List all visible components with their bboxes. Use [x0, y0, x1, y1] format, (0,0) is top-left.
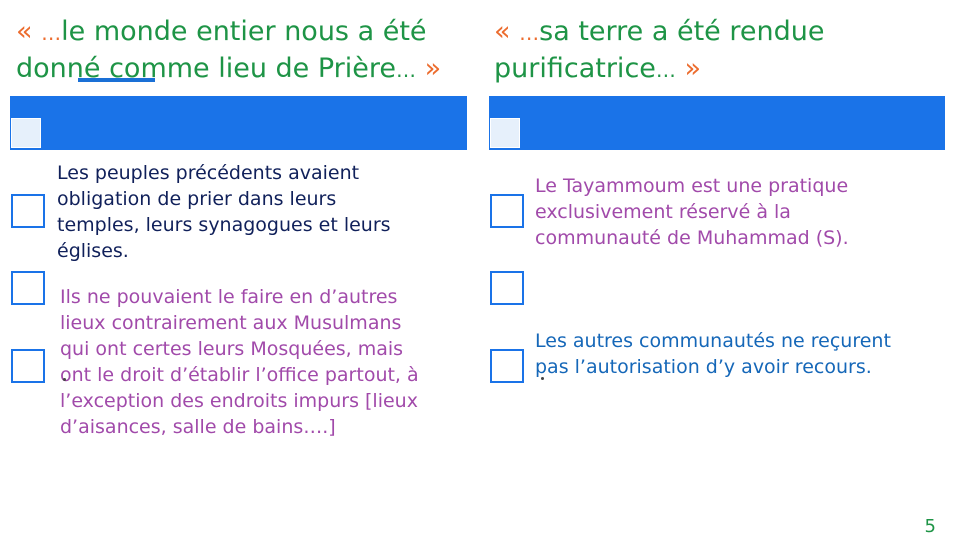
right-heading: « …sa terre a été rendue purificatrice… …: [494, 14, 824, 88]
left-paragraph-1: Les peuples précédents avaient obligatio…: [57, 160, 391, 264]
left-p2-line3: qui ont certes leurs Mosquées, mais: [60, 338, 404, 360]
left-p1-line3: temples, leurs synagogues et leurs: [57, 214, 391, 236]
right-heading-line2: purificatrice… »: [494, 51, 824, 88]
right-open-dots: …: [519, 21, 540, 45]
right-checkbox-1[interactable]: [490, 194, 524, 228]
left-heading-underline: [78, 78, 155, 82]
left-band-checkbox[interactable]: [11, 118, 41, 148]
right-checkbox-2[interactable]: [490, 271, 524, 305]
left-p2-line5: l’exception des endroits impurs [lieux: [60, 390, 418, 412]
right-p2-line1: Les autres communautés ne reçurent: [535, 330, 891, 352]
left-checkbox-3[interactable]: [11, 349, 45, 383]
right-close-dots: …: [655, 58, 676, 82]
left-heading-line2: donné comme lieu de Prière… »: [16, 51, 441, 88]
right-p2-line2: pas l’autorisation d’y avoir recours.: [535, 356, 872, 378]
left-p1-line2: obligation de prier dans leurs: [57, 188, 337, 210]
right-heading-text1: sa terre a été rendue: [539, 16, 825, 47]
right-paragraph-1: Le Tayammoum est une pratique exclusivem…: [535, 173, 849, 251]
left-header-band: [10, 96, 467, 150]
right-band-checkbox[interactable]: [490, 118, 520, 148]
left-paragraph-2: Ils ne pouvaient le faire en d’autres li…: [60, 284, 419, 440]
right-header-band: [489, 96, 945, 150]
right-bullet-dot: [541, 377, 544, 380]
left-p2-line2: lieux contrairement aux Musulmans: [60, 312, 402, 334]
left-p2-line6: d’aisances, salle de bains….]: [60, 416, 336, 438]
left-heading-line1: « …le monde entier nous a été: [16, 14, 441, 51]
right-paragraph-2: Les autres communautés ne reçurent pas l…: [535, 328, 891, 380]
right-open-quote: «: [494, 16, 511, 47]
right-heading-text2: purificatrice: [494, 53, 656, 84]
left-close-quote: »: [424, 53, 442, 84]
right-close-quote: »: [684, 53, 702, 84]
left-p1-line1: Les peuples précédents avaient: [57, 162, 360, 184]
left-close-dots: …: [396, 58, 417, 82]
left-heading-text2: donné comme lieu de Prière: [16, 53, 397, 84]
left-p1-line4: églises.: [57, 240, 129, 262]
right-p1-line1: Le Tayammoum est une pratique: [535, 175, 849, 197]
left-open-dots: …: [41, 21, 62, 45]
right-heading-line1: « …sa terre a été rendue: [494, 14, 824, 51]
right-p1-line2: exclusivement réservé à la: [535, 201, 791, 223]
left-checkbox-2[interactable]: [11, 271, 45, 305]
left-p2-line4: ont le droit d’établir l’office partout,…: [60, 364, 419, 386]
left-checkbox-1[interactable]: [11, 194, 45, 228]
left-bullet-dot: [63, 378, 66, 381]
left-heading-text1: le monde entier nous a été: [61, 16, 427, 47]
right-checkbox-3[interactable]: [490, 349, 524, 383]
left-p2-line1: Ils ne pouvaient le faire en d’autres: [60, 286, 398, 308]
left-heading: « …le monde entier nous a été donné comm…: [16, 14, 441, 88]
page-number: 5: [924, 516, 936, 537]
left-open-quote: «: [16, 16, 33, 47]
right-p1-line3: communauté de Muhammad (S).: [535, 227, 849, 249]
